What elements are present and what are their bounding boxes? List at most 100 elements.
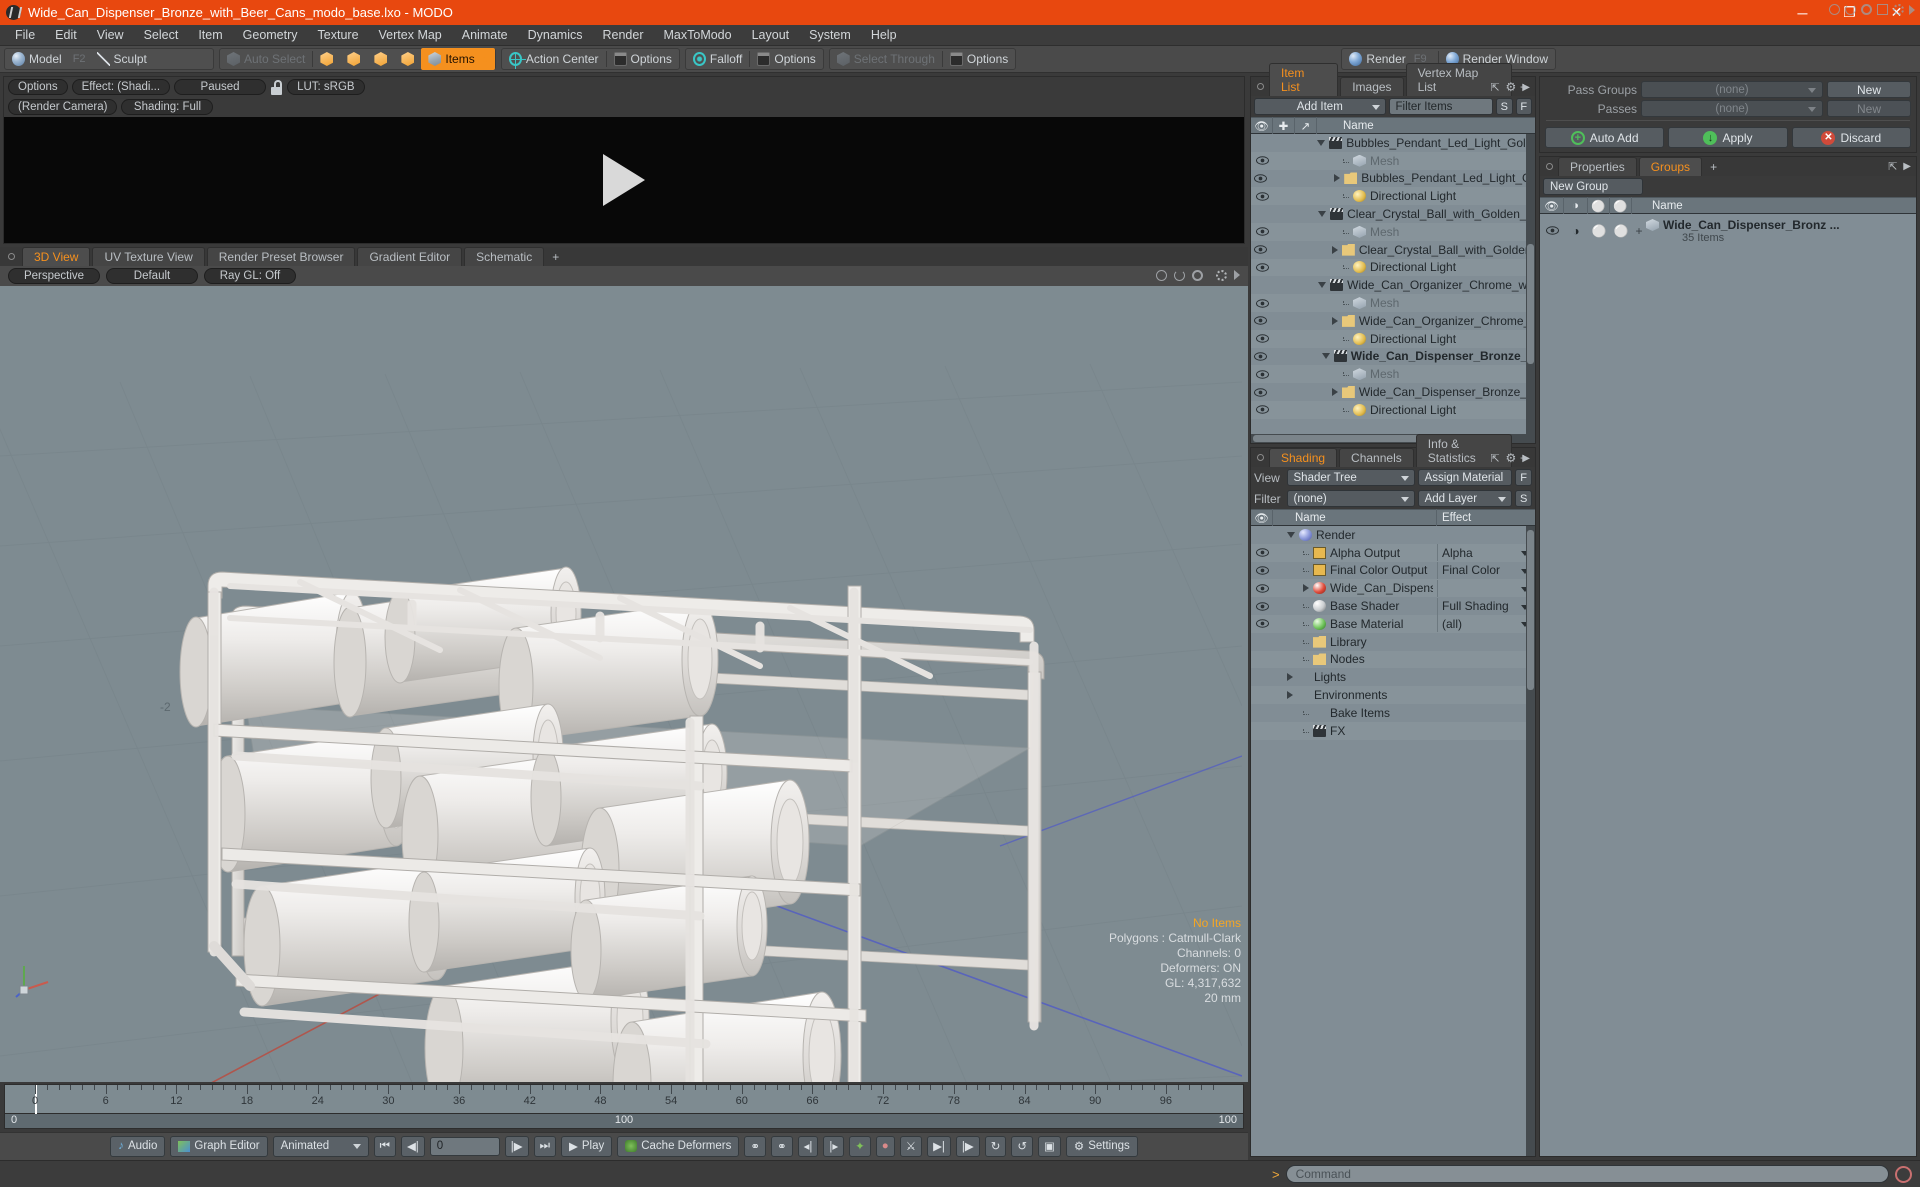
panel-menu-dot-icon[interactable]: [1257, 83, 1264, 90]
shading-toggle-icon[interactable]: ◑: [1564, 224, 1588, 238]
tab-gradient-editor[interactable]: Gradient Editor: [357, 247, 463, 266]
shader-tree-vscroll[interactable]: [1526, 526, 1535, 1156]
item-list-vscroll[interactable]: [1526, 134, 1535, 434]
tab-3d-view[interactable]: 3D View: [22, 247, 91, 266]
visibility-toggle[interactable]: [1540, 224, 1564, 238]
menu-item-select[interactable]: Select: [134, 25, 189, 46]
shader-tree-row[interactable]: Wide_Can_Dispenser_Bron...: [1251, 579, 1535, 598]
panel-menu-dot-icon[interactable]: [1257, 454, 1264, 461]
eye-icon[interactable]: [1255, 619, 1269, 629]
collapse-arrow-icon[interactable]: [1317, 139, 1326, 146]
falloff-options-button[interactable]: Options: [750, 49, 822, 69]
panel-menu-dot-icon[interactable]: [8, 253, 15, 260]
graph-editor-button[interactable]: Graph Editor: [170, 1135, 268, 1157]
item-list-row[interactable]: Wide_Can_Dispenser_Bronze_with...: [1251, 348, 1535, 366]
tab-images[interactable]: Images: [1340, 77, 1404, 96]
cycle-button[interactable]: ↺: [1011, 1135, 1034, 1157]
ik-toggle-button[interactable]: ⚭: [744, 1135, 766, 1157]
tab-schematic[interactable]: Schematic: [464, 247, 545, 266]
item-list-row[interactable]: Wide_Can_Organizer_Chrome_with_Bee...: [1251, 276, 1535, 294]
shader-tree-row[interactable]: Base Material (all): [1251, 614, 1535, 633]
bake-button[interactable]: ▣: [1038, 1135, 1061, 1157]
item-list-row[interactable]: Mesh: [1251, 222, 1535, 241]
passes-new-button[interactable]: New: [1827, 100, 1911, 117]
panel-menu-dot-icon[interactable]: [1546, 163, 1553, 170]
model-mode-button[interactable]: Model: [5, 49, 69, 69]
item-list-row[interactable]: Bubbles_Pendant_Led_Light_Gold(2): [1251, 170, 1535, 188]
select-toggle-1[interactable]: ⚪: [1588, 224, 1610, 238]
eye-icon[interactable]: [1255, 548, 1269, 557]
command-record-icon[interactable]: [1895, 1165, 1912, 1183]
effect-dropdown[interactable]: [1437, 579, 1533, 597]
timeline-ruler[interactable]: 0 6 12 18 24 30 36 42 48 54 60 66 72 78 84 90 96: [4, 1084, 1244, 1116]
item-list-row[interactable]: Directional Light: [1251, 187, 1535, 206]
delete-key-button[interactable]: ●: [875, 1135, 895, 1157]
tab-add-button[interactable]: +: [546, 248, 565, 266]
tab-add-button[interactable]: +: [1704, 158, 1723, 176]
expand-arrow-icon[interactable]: [1331, 316, 1338, 325]
minimize-button[interactable]: ─: [1779, 0, 1826, 25]
shader-tree[interactable]: Render Alpha Output Alpha Final Color Outpu…: [1251, 526, 1535, 1156]
edge-mode-button[interactable]: [340, 49, 367, 69]
auto-select-button[interactable]: Auto Select: [220, 49, 312, 69]
shader-tree-row[interactable]: Library: [1251, 633, 1535, 651]
items-mode-button[interactable]: Items 5: [421, 48, 495, 70]
shader-tree-row[interactable]: Final Color Output Final Color: [1251, 561, 1535, 580]
select-through-options-button[interactable]: Options: [943, 49, 1015, 69]
filter-f-button[interactable]: F: [1515, 98, 1532, 115]
item-list-row[interactable]: Clear_Crystal_Ball_with_Golden_Stand_ ..…: [1251, 205, 1535, 223]
assign-material-button[interactable]: Assign Material: [1417, 469, 1513, 486]
filter-items-input[interactable]: Filter Items: [1388, 98, 1494, 115]
zoom-icon[interactable]: [1192, 270, 1203, 281]
visibility-toggle[interactable]: [1251, 548, 1273, 557]
collapse-arrow-icon[interactable]: [1318, 282, 1327, 289]
shading-mode-dropdown[interactable]: Shading: Full: [121, 99, 214, 115]
vertex-mode-button[interactable]: [313, 49, 340, 69]
visibility-toggle[interactable]: [1251, 192, 1273, 201]
visibility-toggle[interactable]: [1251, 316, 1269, 326]
shader-tree-row[interactable]: Render: [1251, 526, 1535, 544]
pass-groups-new-button[interactable]: New: [1827, 81, 1911, 98]
settings-button[interactable]: ⚙ Settings: [1065, 1135, 1138, 1157]
item-list-row[interactable]: Wide_Can_Dispenser_Bronze_with_B ...: [1251, 383, 1535, 401]
fullscreen-icon[interactable]: [1877, 4, 1888, 15]
chevron-right-icon[interactable]: ▶: [1522, 453, 1530, 464]
menu-item-system[interactable]: System: [799, 25, 861, 46]
rotate-icon[interactable]: [1174, 270, 1185, 281]
gear-icon[interactable]: ⚙: [1506, 80, 1517, 94]
expand-arrow-icon[interactable]: [1331, 245, 1338, 254]
menu-item-dynamics[interactable]: Dynamics: [518, 25, 593, 46]
gear-icon[interactable]: [1893, 4, 1904, 15]
apply-button[interactable]: ↓ Apply: [1668, 127, 1788, 148]
menu-item-render[interactable]: Render: [593, 25, 654, 46]
play-button[interactable]: ▶ Play: [560, 1135, 613, 1157]
collapse-arrow-icon[interactable]: [1318, 211, 1327, 218]
visibility-toggle[interactable]: [1251, 298, 1273, 308]
expand-arrow-icon[interactable]: [1287, 691, 1293, 700]
eye-icon[interactable]: [1255, 298, 1269, 308]
action-center-options-button[interactable]: Options: [607, 49, 679, 69]
key-next-button[interactable]: |▸: [823, 1135, 845, 1157]
range-in-button[interactable]: ▶|: [927, 1135, 951, 1157]
eye-icon[interactable]: [1253, 316, 1267, 326]
action-center-button[interactable]: Action Center: [502, 49, 606, 69]
eye-icon[interactable]: [1255, 227, 1269, 237]
eye-icon[interactable]: [1255, 334, 1269, 343]
visibility-toggle[interactable]: [1251, 334, 1273, 343]
tab-shading[interactable]: Shading: [1269, 448, 1338, 467]
viewport-3d-canvas[interactable]: -2 No Items Polygons: Catmull-Clark Cha…: [0, 285, 1248, 1083]
viewport-raygl-dropdown[interactable]: Ray GL: Off: [204, 267, 296, 284]
item-list-row[interactable]: Bubbles_Pendant_Led_Light_Gold_modo ...: [1251, 134, 1535, 152]
pass-groups-dropdown[interactable]: (none): [1641, 81, 1823, 98]
visibility-toggle[interactable]: [1251, 601, 1273, 611]
preview-render-canvas[interactable]: [4, 117, 1244, 243]
collapse-arrow-icon[interactable]: [1321, 353, 1330, 360]
expand-arrow-icon[interactable]: [1331, 388, 1338, 397]
chevron-right-icon[interactable]: [1234, 270, 1240, 280]
preview-paused-button[interactable]: Paused: [174, 79, 267, 95]
menu-item-vertex-map[interactable]: Vertex Map: [369, 25, 452, 46]
tab-channels[interactable]: Channels: [1339, 448, 1414, 467]
eye-icon[interactable]: [1255, 263, 1269, 272]
shading-s-button[interactable]: S: [1515, 490, 1532, 507]
item-list-row[interactable]: Directional Light: [1251, 258, 1535, 277]
